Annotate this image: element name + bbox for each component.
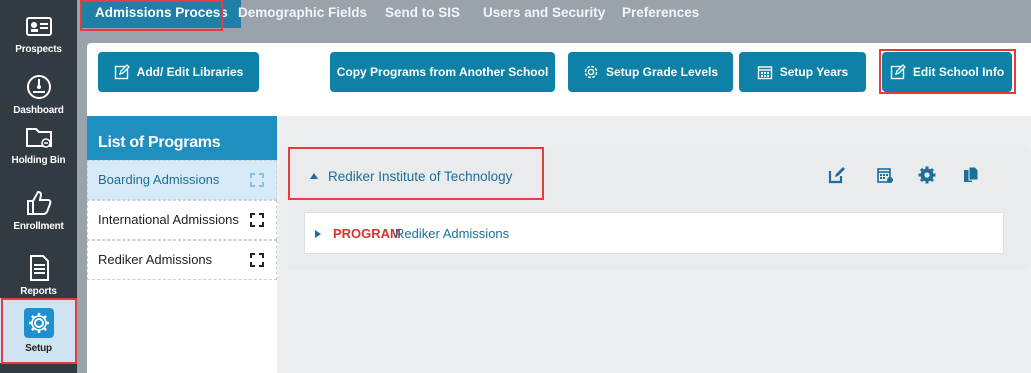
add-edit-libraries-label: Add/ Edit Libraries: [136, 65, 244, 79]
sidebar-item-holding-bin[interactable]: Holding Bin: [0, 116, 77, 172]
program-list-item[interactable]: Boarding Admissions: [87, 160, 277, 200]
expand-icon[interactable]: [250, 173, 264, 187]
school-header[interactable]: Rediker Institute of Technology: [288, 147, 1029, 203]
gear-icon: [584, 65, 598, 79]
setup-years-label: Setup Years: [779, 65, 849, 79]
tab-demographic-fields[interactable]: Demographic Fields: [238, 0, 367, 32]
setup-years-button[interactable]: Setup Years: [739, 52, 866, 92]
main-panel: Add/ Edit Libraries Copy Programs from A…: [87, 43, 1031, 373]
expand-icon[interactable]: [250, 253, 264, 267]
folder-icon: [25, 128, 52, 148]
program-keyword: PROGRAM: [333, 226, 401, 241]
expand-icon[interactable]: [250, 213, 264, 227]
program-list-item[interactable]: International Admissions: [87, 200, 277, 240]
copy-programs-label: Copy Programs from Another School: [336, 65, 549, 79]
collapse-icon[interactable]: [310, 173, 318, 179]
add-edit-libraries-button[interactable]: Add/ Edit Libraries: [98, 52, 259, 92]
copy-programs-button[interactable]: Copy Programs from Another School: [330, 52, 555, 92]
sidebar-item-label: Dashboard: [13, 105, 64, 116]
edit-icon: [114, 64, 130, 80]
program-list-item-label: Rediker Admissions: [98, 252, 213, 267]
calendar-icon: [757, 66, 772, 80]
sidebar-item-label: Setup: [25, 343, 52, 354]
program-list-item-label: Boarding Admissions: [98, 172, 220, 187]
sidebar-item-enrollment[interactable]: Enrollment: [0, 182, 77, 238]
setup-grade-levels-label: Setup Grade Levels: [605, 65, 719, 79]
document-icon: [29, 255, 49, 281]
copy-icon[interactable]: [961, 165, 981, 185]
tab-users-and-security[interactable]: Users and Security: [483, 0, 605, 32]
setup-grade-levels-button[interactable]: Setup Grade Levels: [568, 52, 733, 92]
program-list-title: List of Programs: [87, 116, 277, 160]
calendar-icon[interactable]: [875, 165, 895, 185]
sidebar-item-setup[interactable]: Setup: [0, 298, 77, 363]
gauge-icon: [26, 75, 51, 99]
thumbs-up-icon: [26, 190, 51, 215]
sidebar: Prospects Dashboard Holding Bin Enrollme…: [0, 0, 77, 373]
id-card-icon: [25, 17, 52, 36]
sidebar-item-prospects[interactable]: Prospects: [0, 6, 77, 62]
program-name[interactable]: Rediker Admissions: [395, 226, 509, 241]
setup-icon-box: [23, 308, 54, 338]
top-tab-bar: Admissions Process Demographic Fields Se…: [77, 0, 1031, 36]
tab-preferences[interactable]: Preferences: [622, 0, 699, 32]
tab-send-to-sis[interactable]: Send to SIS: [385, 0, 460, 32]
edit-school-info-button[interactable]: Edit School Info: [882, 52, 1012, 92]
sidebar-item-label: Reports: [20, 286, 57, 297]
gear-icon[interactable]: [917, 165, 937, 185]
edit-icon: [890, 64, 906, 80]
sidebar-item-label: Holding Bin: [11, 155, 66, 166]
edit-school-info-label: Edit School Info: [912, 65, 1005, 79]
program-list-item[interactable]: Rediker Admissions: [87, 240, 277, 280]
edit-icon[interactable]: [827, 165, 847, 185]
gear-icon: [28, 313, 49, 333]
sidebar-item-label: Enrollment: [13, 221, 64, 232]
tab-admissions-process[interactable]: Admissions Process: [82, 0, 241, 28]
sidebar-item-dashboard[interactable]: Dashboard: [0, 66, 77, 122]
program-list-item-label: International Admissions: [98, 212, 239, 227]
school-tree: Rediker Institute of Technology PROGRAM …: [288, 147, 1029, 270]
school-name[interactable]: Rediker Institute of Technology: [328, 169, 512, 184]
sidebar-item-reports[interactable]: Reports: [0, 247, 77, 303]
expand-arrow-icon[interactable]: [315, 230, 321, 238]
program-row[interactable]: PROGRAM Rediker Admissions: [304, 212, 1004, 254]
sidebar-item-label: Prospects: [15, 44, 62, 55]
